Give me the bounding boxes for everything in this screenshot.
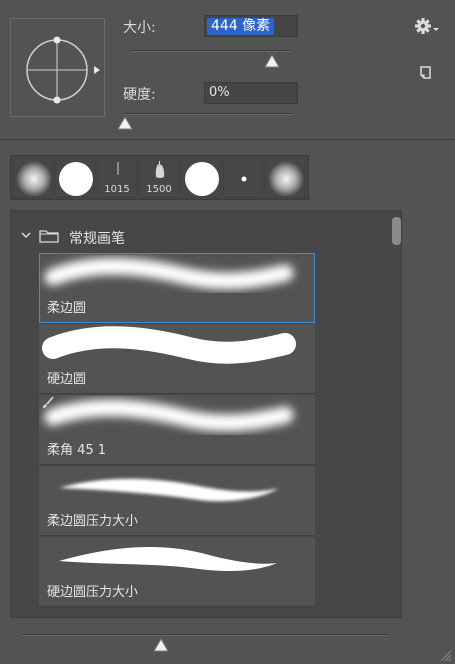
folder-icon xyxy=(39,230,59,243)
recent-brush-dot[interactable] xyxy=(223,158,263,198)
preset-name: 柔边圆 xyxy=(47,301,87,316)
preset-soft-45[interactable]: 柔角 45 1 xyxy=(39,395,315,465)
hardness-label: 硬度: xyxy=(123,87,156,103)
preset-soft-round[interactable]: 柔边圆 xyxy=(39,253,315,323)
recent-brush-size: 1015 xyxy=(104,184,130,195)
angle-circle-icon xyxy=(26,36,100,104)
recent-brushes-strip: 1015 1500 xyxy=(10,155,309,200)
hardness-input[interactable]: 0% xyxy=(204,82,298,104)
new-preset-icon[interactable] xyxy=(416,64,434,82)
preset-group-name: 常规画笔 xyxy=(69,231,125,247)
recent-brush-soft-round[interactable] xyxy=(13,158,53,198)
recent-brush-hard-round[interactable] xyxy=(55,158,95,198)
brush-icon[interactable] xyxy=(39,395,55,411)
size-value: 444 像素 xyxy=(207,18,275,35)
size-label: 大小: xyxy=(123,20,156,36)
size-slider-track[interactable] xyxy=(131,50,291,52)
section-divider xyxy=(0,139,455,140)
resize-grip-icon[interactable] xyxy=(438,648,452,662)
recent-brush-size: 1500 xyxy=(146,184,172,195)
preset-name: 硬边圆压力大小 xyxy=(47,585,139,600)
preview-size-slider-track[interactable] xyxy=(22,634,388,636)
list-scrollbar-thumb[interactable] xyxy=(392,217,401,245)
brush-angle-roundness-widget[interactable] xyxy=(10,18,105,117)
preset-hard-round[interactable]: 硬边圆 xyxy=(39,324,315,394)
gear-icon[interactable] xyxy=(413,16,443,38)
preset-name: 柔边圆压力大小 xyxy=(47,514,139,529)
recent-brush-hard-round[interactable] xyxy=(181,158,221,198)
preset-soft-round-pressure[interactable]: 柔边圆压力大小 xyxy=(39,466,315,536)
preset-group-general[interactable]: 常规画笔 xyxy=(11,221,381,251)
recent-brush-soft-round[interactable] xyxy=(265,158,305,198)
brush-preset-list[interactable]: 常规画笔 柔边圆 硬边圆 柔角 45 1 柔边圆压力大小 硬边圆压力大小 xyxy=(10,210,402,618)
preset-name: 硬边圆 xyxy=(47,372,87,387)
chevron-down-icon[interactable] xyxy=(20,229,32,241)
size-input[interactable]: 444 像素 xyxy=(204,15,298,37)
preset-name: 柔角 45 1 xyxy=(47,443,107,458)
recent-brush-tick[interactable]: 1015 xyxy=(97,158,137,198)
recent-brush-drip[interactable]: 1500 xyxy=(139,158,179,198)
hardness-slider-track[interactable] xyxy=(125,113,292,115)
preset-hard-round-pressure[interactable]: 硬边圆压力大小 xyxy=(39,537,315,607)
